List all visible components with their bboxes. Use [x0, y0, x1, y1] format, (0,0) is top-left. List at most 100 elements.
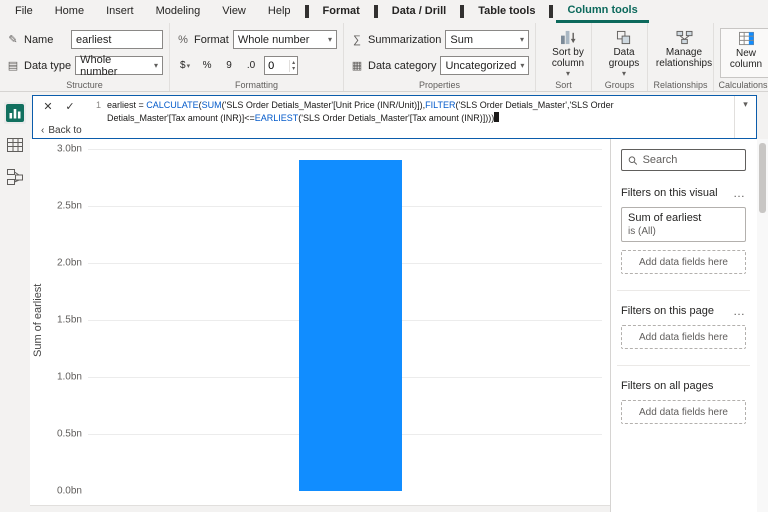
cancel-formula-button[interactable]: ✕ — [41, 99, 55, 113]
decimal-places-stepper[interactable]: ▴ ▾ — [264, 56, 299, 75]
line-number: 1 — [95, 100, 101, 110]
view-switcher-rail — [0, 92, 30, 512]
formula-line-1: earliest = CALCULATE(SUM('SLS Order Deti… — [107, 100, 614, 110]
manage-relationships-button[interactable]: Manage relationships — [654, 28, 714, 78]
group-label-calculations: Calculations — [718, 80, 768, 90]
tab-group-separator — [460, 5, 465, 18]
search-icon — [628, 155, 638, 165]
chart-bar[interactable] — [298, 160, 402, 491]
decimal-places-button[interactable]: .0 — [242, 56, 260, 75]
tab-group-separator — [373, 5, 378, 18]
group-label-sort: Sort — [555, 80, 572, 90]
group-label-properties: Properties — [418, 80, 461, 90]
filter-search-box[interactable] — [621, 149, 746, 171]
collapse-formula-bar-icon[interactable]: ▾ — [743, 99, 748, 110]
data-category-label: Data category — [368, 59, 437, 72]
chevron-down-icon: ▾ — [621, 69, 626, 78]
format-icon: % — [178, 33, 188, 46]
formula-bar[interactable]: ✕ ✓ ‹ Back to 1 earliest = CALCULATE(SUM(… — [32, 95, 757, 139]
data-groups-button[interactable]: Data groups ▾ — [598, 28, 650, 78]
data-view-button[interactable] — [4, 134, 26, 156]
filters-on-all-pages-section: Filters on all pages Add data fields her… — [621, 380, 746, 424]
tab-column-tools[interactable]: Column tools — [556, 0, 649, 23]
section-divider — [617, 290, 750, 291]
thousands-separator-button[interactable]: 9 — [220, 56, 238, 75]
filter-field: Sum of earliest — [628, 212, 702, 224]
data-category-dropdown[interactable]: Uncategorized ▾ — [440, 56, 530, 75]
report-view-button[interactable] — [4, 102, 26, 124]
name-input[interactable] — [71, 30, 163, 49]
tab-insert[interactable]: Insert — [95, 0, 145, 23]
tab-file[interactable]: File — [4, 0, 44, 23]
formula-bar-controls: ▾ — [734, 96, 756, 138]
summarization-dropdown[interactable]: Sum ▾ — [445, 30, 529, 49]
tab-table-tools[interactable]: Table tools — [467, 0, 546, 23]
sort-by-column-label: Sort by column — [551, 47, 585, 69]
section-divider — [617, 365, 750, 366]
tab-help[interactable]: Help — [257, 0, 302, 23]
back-to-label: Back to — [48, 125, 82, 136]
decimal-places-input[interactable] — [265, 59, 290, 72]
ribbon-group-formatting: % Format Whole number ▾ $ ▾ % 9 .0 0 ▴ ▾… — [170, 23, 344, 91]
section-title: Filters on this visual — [621, 187, 718, 199]
model-view-button[interactable] — [4, 166, 26, 188]
filter-card[interactable]: Sum of earliest is (All) — [621, 207, 746, 242]
sort-icon — [560, 30, 576, 45]
format-dropdown[interactable]: Whole number ▾ — [232, 30, 337, 49]
percent-format-button[interactable]: % — [198, 56, 216, 75]
filters-pane: Filters on this visual … Sum of earliest… — [610, 139, 768, 512]
y-tick-label: 1.0bn — [56, 371, 82, 383]
model-view-icon — [7, 169, 23, 185]
section-title: Filters on this page — [621, 305, 714, 317]
tab-view[interactable]: View — [211, 0, 257, 23]
bar-chart-visual[interactable]: Sum of earliest 3.0bn 2.5bn 2.0bn 1.5bn … — [30, 139, 606, 512]
scrollbar-thumb[interactable] — [759, 143, 766, 213]
ribbon-group-sort: Sort by column ▾ Sort — [536, 23, 592, 91]
report-view-icon — [6, 104, 24, 122]
group-label-groups: Groups — [604, 80, 635, 90]
new-column-button[interactable]: New column — [720, 28, 768, 78]
back-to-report-button[interactable]: ‹ Back to — [41, 125, 83, 136]
add-data-fields-dropzone[interactable]: Add data fields here — [621, 250, 746, 274]
format-value: Whole number — [237, 33, 310, 46]
y-tick-label: 0.5bn — [56, 428, 82, 440]
tab-data-drill[interactable]: Data / Drill — [381, 0, 457, 23]
tab-group-separator — [549, 5, 554, 18]
more-options-icon[interactable]: … — [733, 305, 746, 317]
formula-line-2: Detials_Master'[Tax amount (INR)]<=EARLI… — [107, 113, 495, 123]
group-label-formatting: Formatting — [234, 80, 278, 90]
summarization-value: Sum — [450, 33, 473, 46]
chevron-down-icon: ▾ — [520, 61, 525, 70]
ribbon-group-groups: Data groups ▾ Groups — [592, 23, 648, 91]
y-tick-label: 0.0bn — [56, 485, 82, 497]
vertical-scrollbar[interactable] — [757, 139, 768, 512]
report-canvas[interactable]: Sum of earliest 3.0bn 2.5bn 2.0bn 1.5bn … — [30, 139, 610, 512]
datatype-value: Whole number — [80, 53, 118, 78]
percent-icon: % — [202, 60, 212, 71]
new-column-icon — [738, 31, 754, 46]
thousands-icon: 9 — [226, 60, 232, 71]
y-tick-label: 3.0bn — [56, 143, 82, 155]
commit-formula-button[interactable]: ✓ — [63, 99, 77, 113]
add-data-fields-dropzone[interactable]: Add data fields here — [621, 400, 746, 424]
group-label-structure: Structure — [66, 80, 103, 90]
section-title: Filters on all pages — [621, 380, 714, 392]
stepper-arrows[interactable]: ▴ ▾ — [289, 59, 297, 72]
manage-relationships-icon — [676, 30, 692, 45]
more-options-icon[interactable]: … — [733, 187, 746, 199]
datatype-dropdown[interactable]: Whole number ▾ — [75, 53, 163, 78]
datatype-icon: ▤ — [7, 60, 19, 72]
currency-format-button[interactable]: $ ▾ — [176, 56, 194, 75]
group-label-relationships: Relationships — [653, 80, 708, 90]
filter-search-input[interactable] — [642, 154, 739, 166]
chevron-down-icon: ▾ — [565, 69, 570, 78]
data-category-value: Uncategorized — [445, 59, 517, 72]
tab-format[interactable]: Format — [312, 0, 371, 23]
chevron-left-icon: ‹ — [41, 125, 45, 136]
dax-formula-input[interactable]: 1 earliest = CALCULATE(SUM('SLS Order De… — [87, 96, 734, 138]
tab-modeling[interactable]: Modeling — [145, 0, 212, 23]
name-label: Name — [24, 33, 54, 46]
tab-home[interactable]: Home — [44, 0, 95, 23]
sort-by-column-button[interactable]: Sort by column ▾ — [542, 28, 594, 78]
add-data-fields-dropzone[interactable]: Add data fields here — [621, 325, 746, 349]
